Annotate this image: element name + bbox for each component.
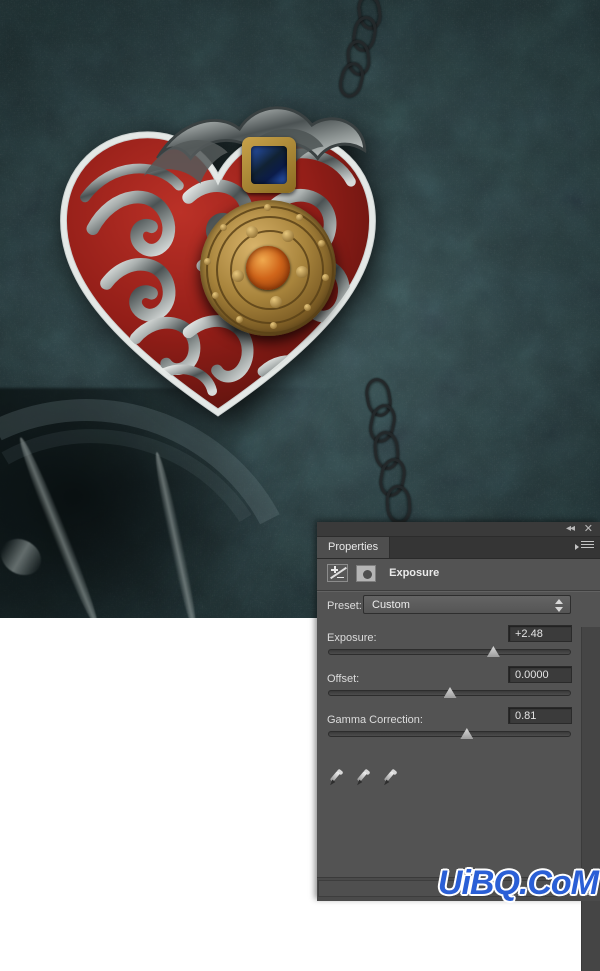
gamma-correction-slider[interactable] (328, 728, 571, 739)
close-icon[interactable]: ✕ (584, 523, 593, 535)
eyedropper-white-point-icon[interactable] (382, 768, 399, 787)
mask-icon[interactable] (356, 564, 377, 582)
exposure-slider[interactable] (328, 646, 571, 657)
offset-label: Offset: (327, 673, 360, 685)
collapse-icon[interactable]: ◂◂ (566, 523, 575, 535)
tab-properties[interactable]: Properties (317, 537, 391, 558)
eyedropper-gray-point-icon[interactable] (355, 768, 372, 787)
blue-gem-stone (251, 146, 287, 184)
gamma-correction-value-field[interactable]: 0.81 (508, 707, 572, 724)
chevron-updown-icon (555, 599, 564, 612)
exposure-slider-thumb[interactable] (486, 646, 500, 657)
panel-body: Preset: Custom Exposure: +2.48 Offset: 0… (317, 591, 600, 971)
adjustment-header: Exposure (317, 559, 600, 591)
amber-gem (246, 246, 290, 290)
preset-value: Custom (372, 599, 410, 611)
offset-slider-thumb[interactable] (443, 687, 457, 698)
exposure-label: Exposure: (327, 632, 377, 644)
exposure-icon[interactable] (327, 564, 348, 582)
preset-dropdown[interactable]: Custom (363, 595, 571, 614)
offset-value-field[interactable]: 0.0000 (508, 666, 572, 683)
exposure-value-field[interactable]: +2.48 (508, 625, 572, 642)
preset-row: Preset: Custom (317, 592, 600, 620)
offset-slider[interactable] (328, 687, 571, 698)
gold-medallion (200, 200, 336, 336)
preset-label: Preset: (327, 600, 362, 612)
properties-panel: ◂◂ ✕ Properties Exposure Preset: Custom (317, 522, 600, 971)
eyedropper-black-point-icon[interactable] (328, 768, 345, 787)
gamma-correction-slider-thumb[interactable] (460, 728, 474, 739)
adjustment-title: Exposure (389, 567, 440, 579)
site-watermark: UiBQ.CoM (437, 864, 599, 902)
panel-title-bar: ◂◂ ✕ (317, 522, 600, 537)
panel-tab-bar: Properties (317, 537, 600, 559)
heart-pendant (40, 52, 440, 432)
gamma-correction-label: Gamma Correction: (327, 714, 423, 726)
panel-right-gutter (581, 627, 600, 971)
blue-gem (242, 137, 296, 193)
hamburger-menu-icon[interactable] (575, 541, 594, 554)
